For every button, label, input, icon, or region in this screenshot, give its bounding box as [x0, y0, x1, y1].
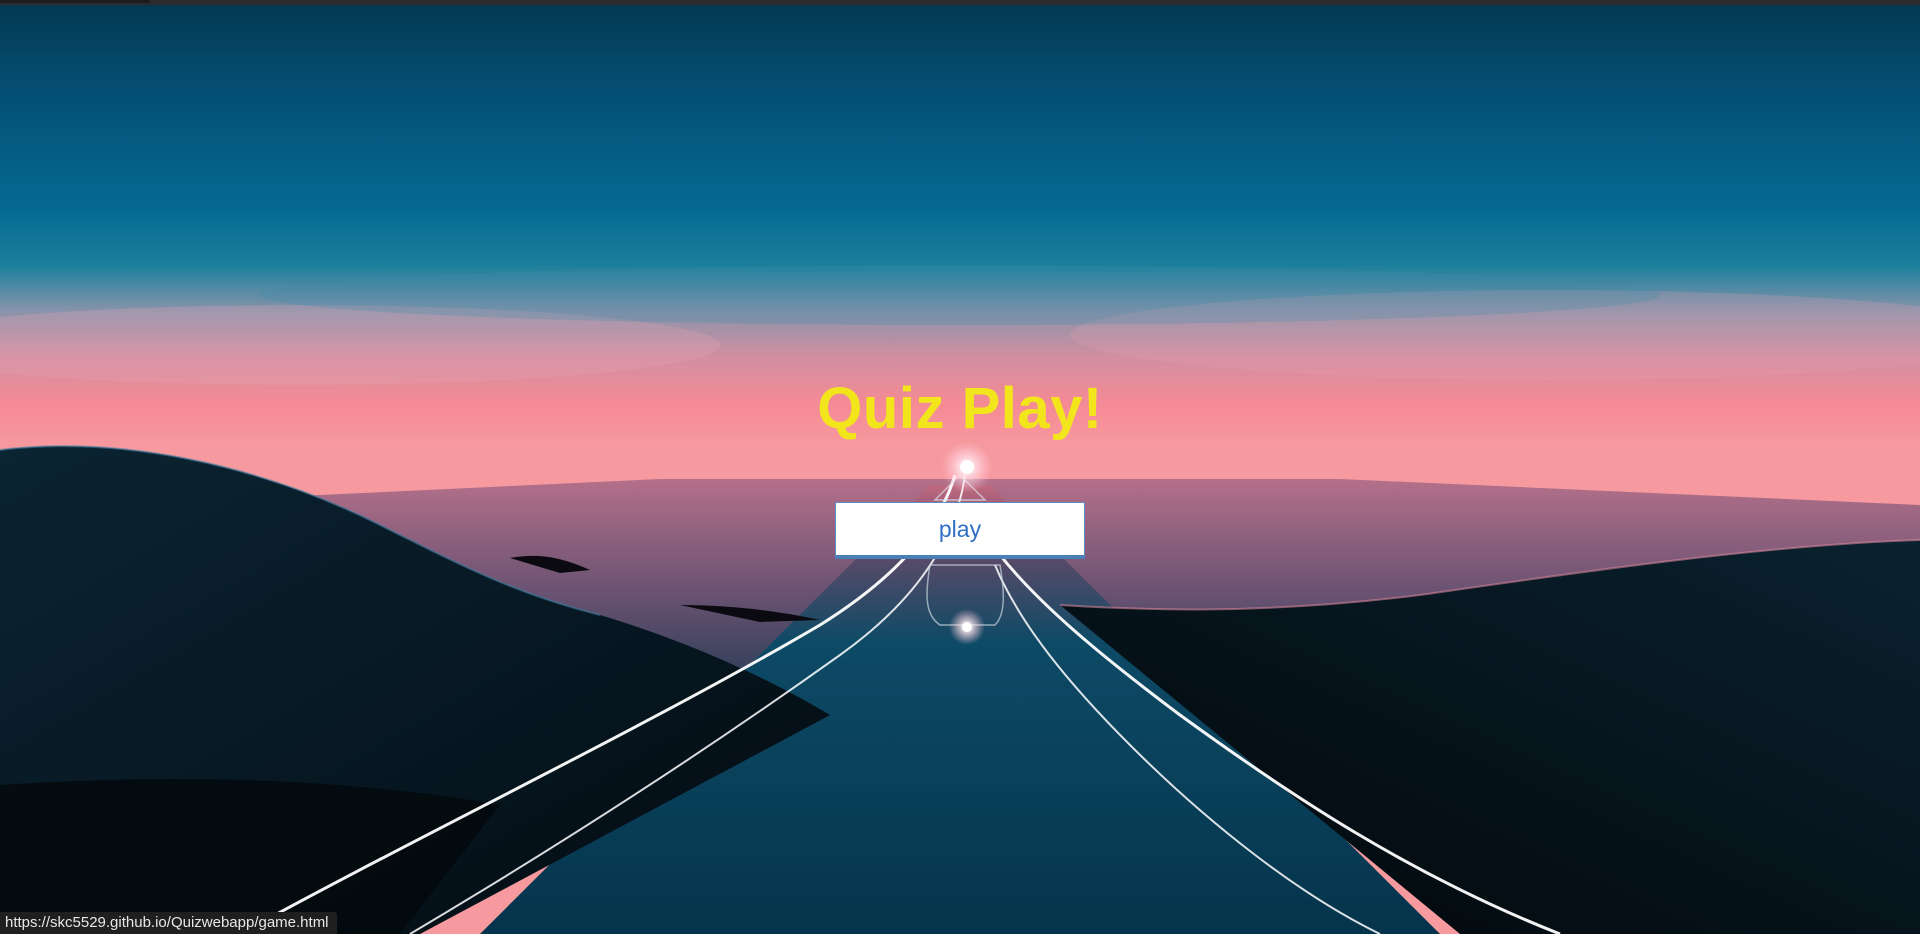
- quiz-start-page: Quiz Play! play https://skc5529.github.i…: [0, 0, 1920, 934]
- page-title: Quiz Play!: [817, 376, 1103, 441]
- browser-tab-edge: [0, 0, 150, 3]
- play-button[interactable]: play: [835, 502, 1085, 559]
- link-preview-url: https://skc5529.github.io/Quizwebapp/gam…: [0, 912, 337, 934]
- landscape-illustration: [0, 5, 1920, 934]
- background-scene: [0, 5, 1920, 934]
